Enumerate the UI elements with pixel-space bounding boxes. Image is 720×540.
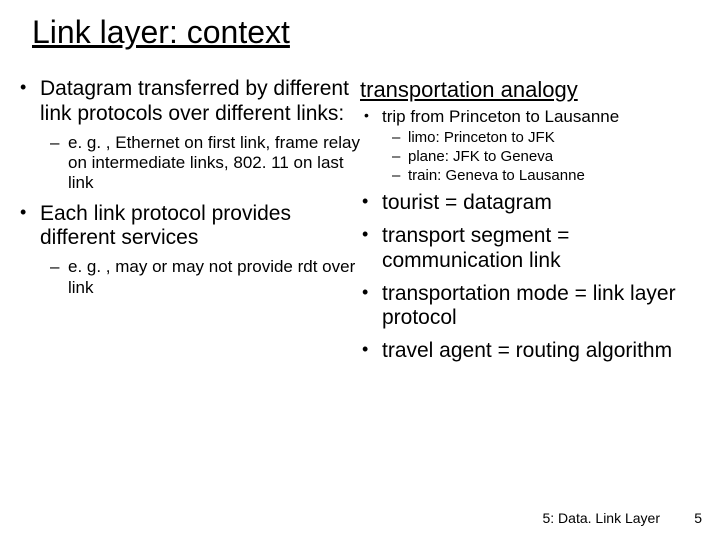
right-point-mode: transportation mode = link layer protoco…	[360, 282, 702, 332]
right-point-tourist: tourist = datagram	[360, 191, 702, 216]
right-point-agent: travel agent = routing algorithm	[360, 339, 702, 364]
right-trip-text: trip from Princeton to Lausanne	[382, 107, 619, 126]
footer-page-number: 5	[694, 510, 702, 526]
left-bullet-1-text: Datagram transferred by different link p…	[40, 77, 349, 125]
slide-title: Link layer: context	[0, 0, 720, 51]
left-bullet-2-sub: e. g. , may or may not provide rdt over …	[40, 257, 360, 298]
left-bullet-2-text: Each link protocol provides different se…	[40, 202, 291, 250]
right-trip-sub-1: plane: JFK to Geneva	[382, 148, 702, 167]
left-bullet-1: Datagram transferred by different link p…	[18, 77, 360, 194]
right-trip-sub-0: limo: Princeton to JFK	[382, 129, 702, 148]
right-heading: transportation analogy	[360, 77, 702, 103]
right-trip-sub-2: train: Geneva to Lausanne	[382, 167, 702, 186]
left-bullet-2: Each link protocol provides different se…	[18, 202, 360, 298]
right-column: transportation analogy trip from Princet…	[360, 77, 702, 372]
left-column: Datagram transferred by different link p…	[18, 77, 360, 372]
content-columns: Datagram transferred by different link p…	[0, 51, 720, 372]
right-trip: trip from Princeton to Lausanne limo: Pr…	[360, 107, 702, 185]
right-point-segment: transport segment = communication link	[360, 224, 702, 274]
footer-label: 5: Data. Link Layer	[542, 510, 660, 526]
left-bullet-1-sub: e. g. , Ethernet on first link, frame re…	[40, 133, 360, 194]
